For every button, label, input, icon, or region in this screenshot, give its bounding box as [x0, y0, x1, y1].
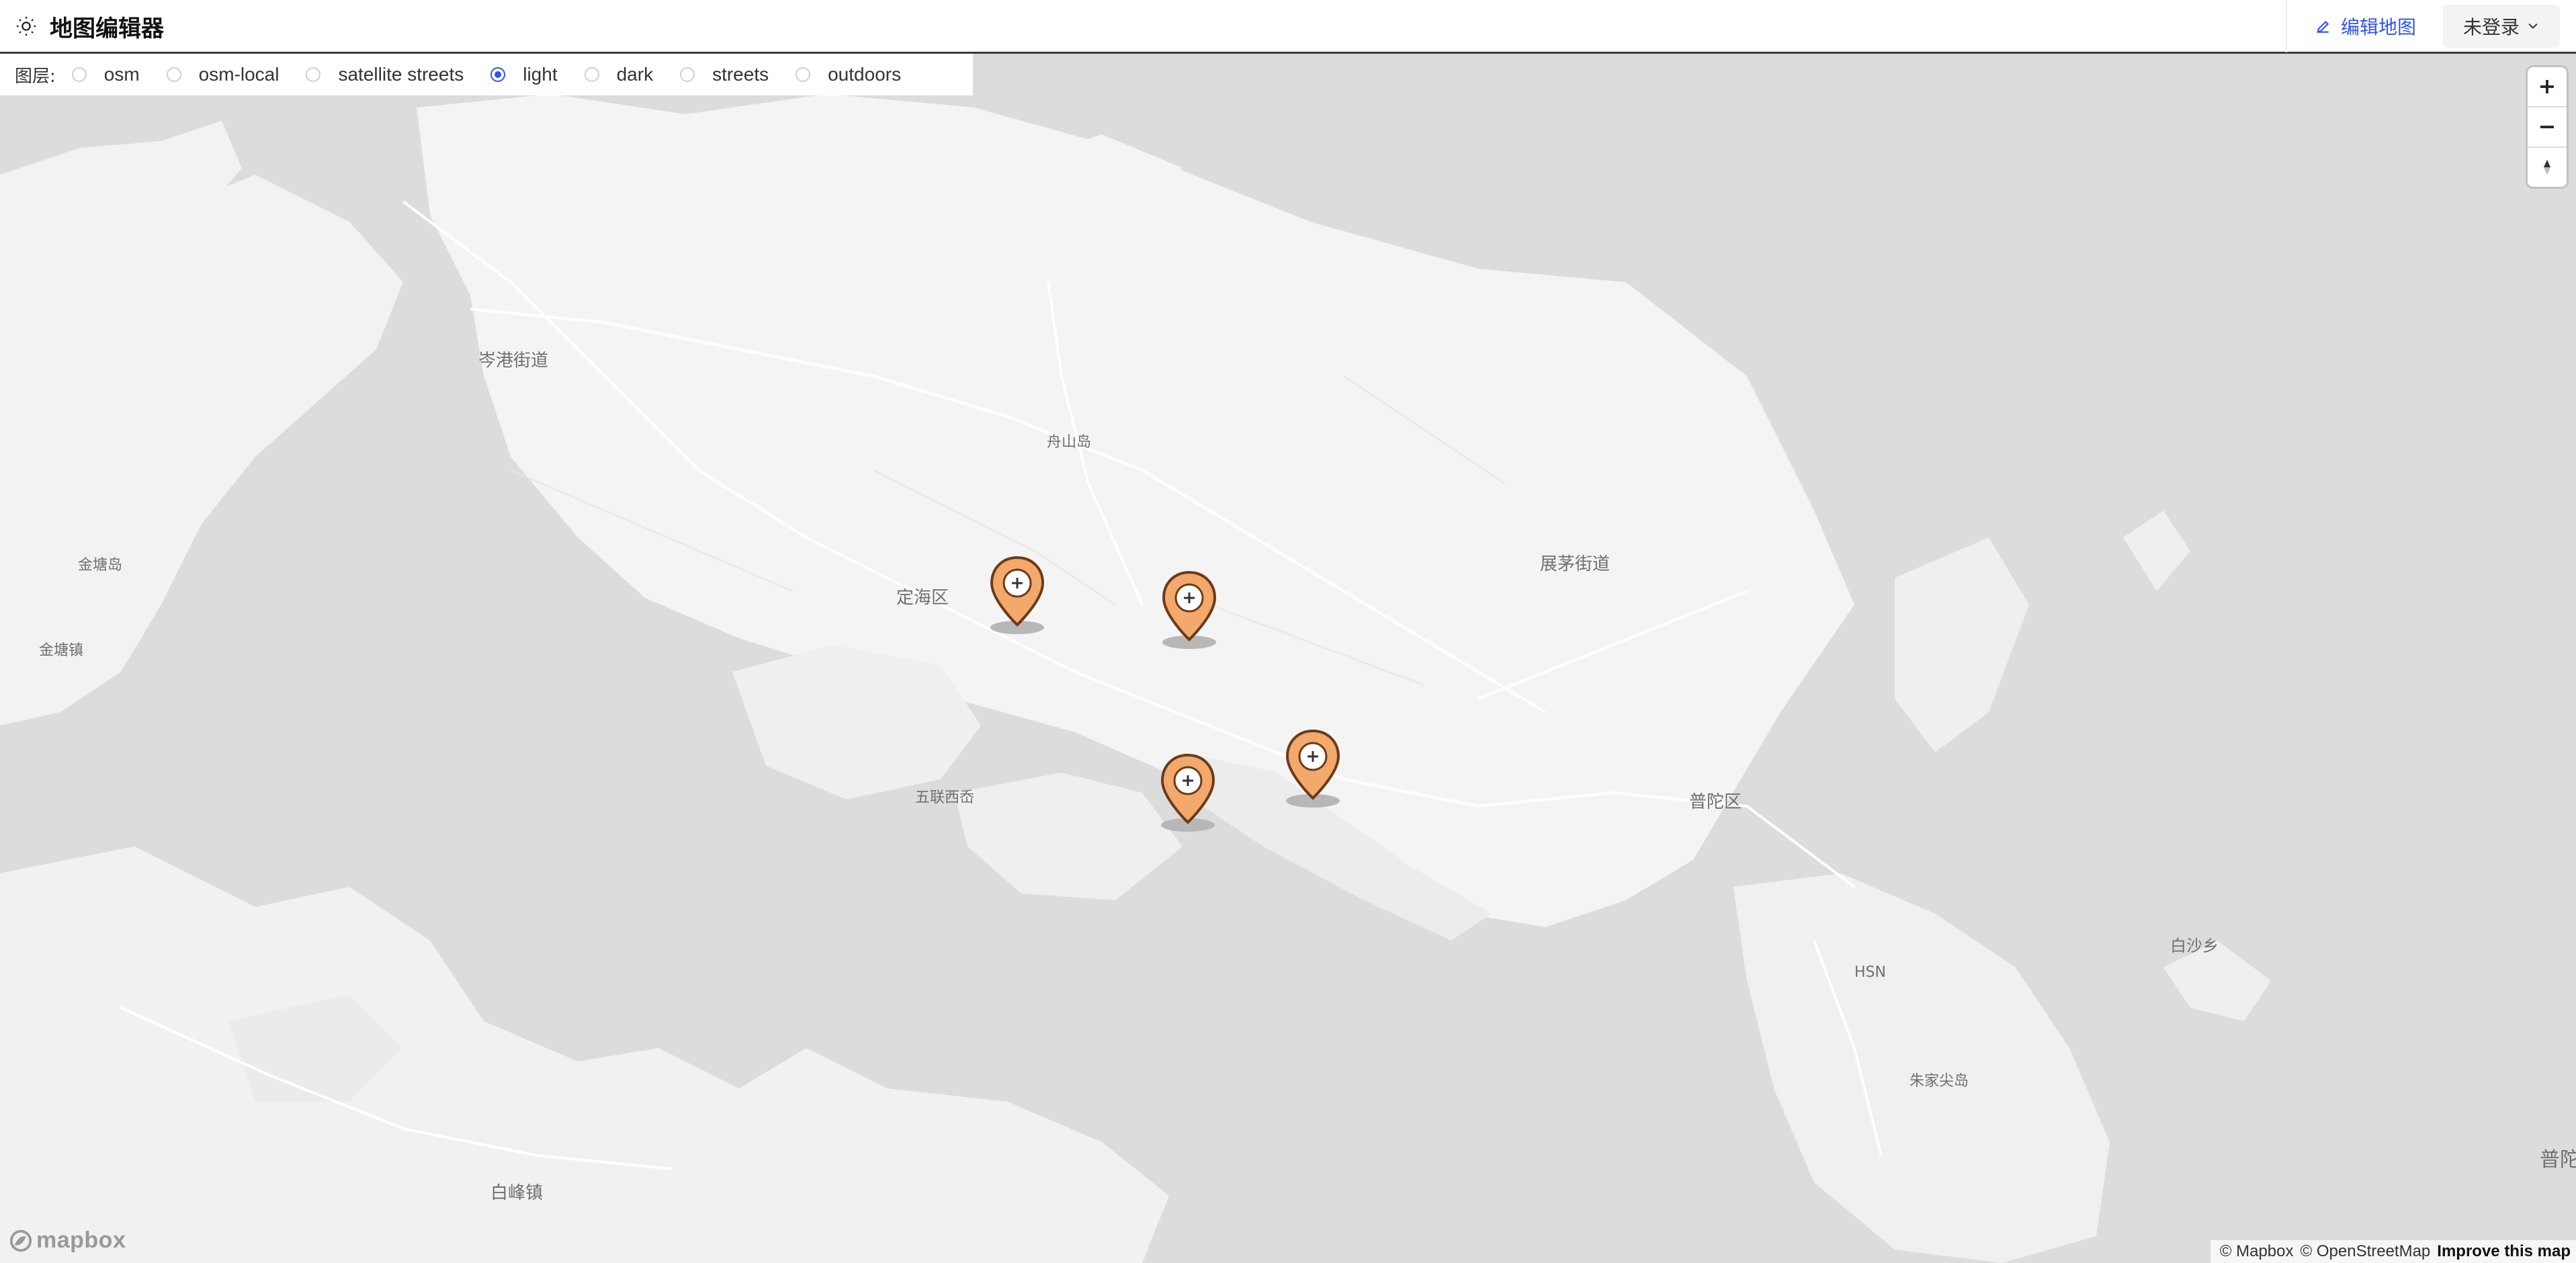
- layer-option-dark[interactable]: dark: [584, 64, 653, 85]
- radio-icon[interactable]: [796, 67, 811, 82]
- compass-icon: [2544, 159, 2550, 175]
- svg-text:金塘岛: 金塘岛: [78, 557, 122, 574]
- edit-map-button[interactable]: 编辑地图: [2285, 0, 2443, 52]
- app-title: 地图编辑器: [50, 15, 164, 42]
- svg-text:舟山岛: 舟山岛: [1047, 434, 1091, 451]
- svg-text:白沙乡: 白沙乡: [2170, 937, 2219, 955]
- navigation-control: [2528, 67, 2567, 187]
- mapbox-icon: [9, 1229, 32, 1252]
- map-marker[interactable]: [1158, 570, 1220, 650]
- layer-option-outdoors[interactable]: outdoors: [796, 64, 901, 85]
- svg-text:定海区: 定海区: [896, 588, 949, 608]
- sun-icon[interactable]: [15, 15, 38, 38]
- map-marker[interactable]: [1157, 752, 1219, 833]
- radio-checked-icon[interactable]: [490, 67, 506, 82]
- layer-option-satellite-streets[interactable]: satellite streets: [306, 64, 464, 85]
- attribution: © Mapbox © OpenStreetMap Improve this ma…: [2210, 1240, 2576, 1263]
- edit-icon: [2317, 20, 2329, 33]
- layer-option-osm-local[interactable]: osm-local: [166, 64, 279, 85]
- chevron-down-icon: [2528, 23, 2538, 29]
- svg-text:金塘镇: 金塘镇: [39, 642, 83, 659]
- user-label: 未登录: [2462, 16, 2520, 38]
- app-header: 地图编辑器 编辑地图 未登录: [0, 0, 2576, 54]
- layer-option-streets[interactable]: streets: [680, 64, 769, 85]
- svg-text:岑港街道: 岑港街道: [478, 351, 548, 371]
- mapbox-logo-text: mapbox: [36, 1227, 126, 1253]
- mapbox-attribution-link[interactable]: © Mapbox: [2220, 1242, 2294, 1261]
- layer-option-osm[interactable]: osm: [71, 64, 140, 85]
- zoom-in-icon: [2540, 80, 2554, 93]
- svg-text:五联西岙: 五联西岙: [915, 789, 974, 806]
- map-marker[interactable]: [986, 555, 1048, 636]
- radio-icon[interactable]: [584, 67, 599, 82]
- svg-text:HSN: HSN: [1854, 964, 1886, 981]
- radio-icon[interactable]: [306, 67, 321, 82]
- zoom-out-icon: [2540, 126, 2554, 128]
- layer-option-light[interactable]: light: [490, 64, 558, 85]
- map-marker[interactable]: [1282, 728, 1344, 809]
- map-canvas[interactable]: 岑港街道 舟山岛 金塘岛 金塘镇 定海区 展茅街道 五联西岙 普陀区 HSN 白…: [0, 54, 2576, 1263]
- zoom-out-button[interactable]: [2528, 107, 2567, 148]
- edit-map-label: 编辑地图: [2340, 16, 2416, 38]
- reset-bearing-button[interactable]: [2528, 148, 2567, 187]
- mapbox-logo[interactable]: mapbox: [8, 1227, 126, 1254]
- svg-text:普陀区: 普陀区: [1689, 792, 1742, 812]
- brand: 地图编辑器: [15, 0, 164, 52]
- svg-text:展茅街道: 展茅街道: [1540, 554, 1610, 574]
- radio-icon[interactable]: [166, 67, 181, 82]
- svg-text:白峰镇: 白峰镇: [490, 1183, 543, 1203]
- layer-selector: 图层: osm osm-local satellite streets ligh…: [0, 54, 973, 95]
- layer-label: 图层:: [15, 66, 56, 87]
- improve-map-link[interactable]: Improve this map: [2437, 1242, 2571, 1261]
- osm-attribution-link[interactable]: © OpenStreetMap: [2301, 1242, 2431, 1261]
- zoom-in-button[interactable]: [2528, 67, 2567, 107]
- svg-text:朱家尖岛: 朱家尖岛: [1909, 1073, 1969, 1090]
- radio-icon[interactable]: [680, 67, 695, 82]
- radio-icon[interactable]: [71, 67, 87, 82]
- user-menu-button[interactable]: 未登录: [2442, 5, 2560, 48]
- svg-text:普陀: 普陀: [2540, 1148, 2576, 1172]
